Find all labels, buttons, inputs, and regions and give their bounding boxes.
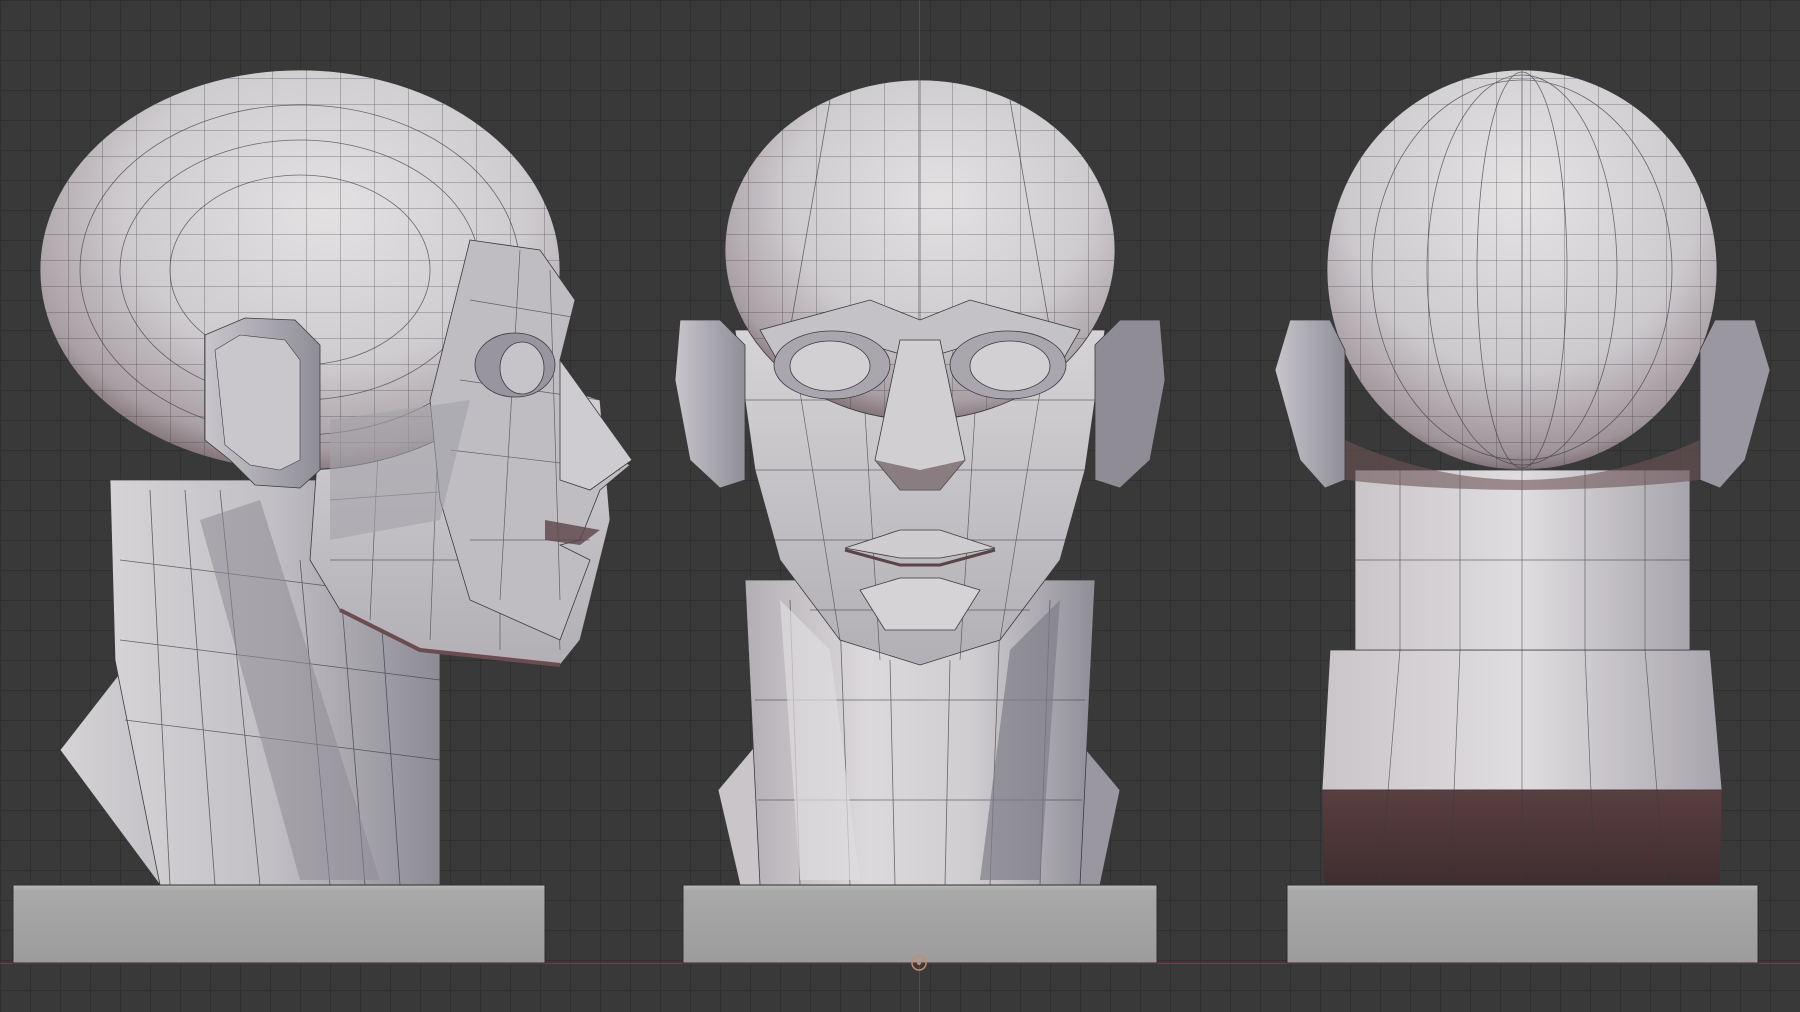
head-model-front-view[interactable] xyxy=(674,79,1166,971)
head-model-back-view[interactable] xyxy=(1274,69,1771,964)
3d-viewport[interactable] xyxy=(0,0,1800,1012)
scene-canvas[interactable] xyxy=(0,0,1800,1012)
head-model-side-view[interactable] xyxy=(12,69,633,964)
